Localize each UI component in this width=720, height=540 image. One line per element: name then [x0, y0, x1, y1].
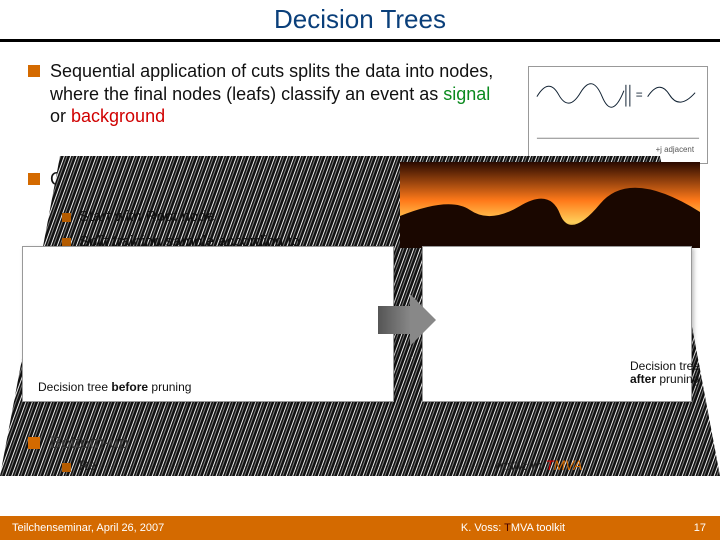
- cap-left-post: pruning: [148, 380, 191, 394]
- bottomup-sub-row: Re ————————————————————————————— matic i…: [62, 458, 712, 473]
- footer: Teilchenseminar, April 26, 2007 K. Voss:…: [0, 516, 720, 540]
- bu-end: matic in: [495, 458, 545, 473]
- footer-page: 17: [680, 522, 720, 534]
- footer-t: T: [504, 522, 511, 534]
- grow-item-1-text: Start with Root node: [79, 208, 215, 225]
- background-word: background: [71, 106, 165, 126]
- slide-title: Decision Trees: [0, 0, 720, 35]
- formula-figure: = +j adjacent: [528, 66, 708, 164]
- intro-prefix: Sequential application of cuts splits th…: [50, 61, 493, 104]
- cap-left-bold: before: [111, 380, 148, 394]
- bullet-icon: [28, 437, 40, 449]
- cap-right-pre: Decision tree: [630, 359, 700, 373]
- bottomup-heading: Bottom-up: [50, 432, 128, 453]
- arrow-icon: [378, 290, 436, 350]
- svg-text:=: =: [636, 88, 643, 102]
- bu-pre: Re: [79, 458, 96, 473]
- bullet-icon: [62, 463, 71, 472]
- footer-center-pre: K. Voss:: [461, 522, 504, 534]
- grow-item-1: Start with Root node: [62, 208, 422, 225]
- title-bar: Decision Trees: [0, 0, 720, 42]
- bottomup-row: Bottom-up: [28, 432, 708, 453]
- tmva-rest: MVA: [554, 458, 583, 473]
- cap-right-bold: after: [630, 372, 656, 386]
- formula-svg: = +j adjacent: [529, 67, 707, 164]
- footer-tmva: TMVA toolkit: [504, 522, 565, 534]
- bullet-icon: [28, 65, 40, 77]
- intro-bullet: Sequential application of cuts splits th…: [28, 60, 498, 128]
- grow-sublist: Start with Root node Split training samp…: [62, 200, 422, 250]
- caption-before: Decision tree before pruning: [34, 378, 195, 396]
- svg-text:+j adjacent: +j adjacent: [656, 145, 695, 154]
- bottomup-sub-text: Re ————————————————————————————— matic i…: [79, 458, 582, 473]
- footer-center: K. Voss: TMVA toolkit: [346, 522, 680, 534]
- footer-left: Teilchenseminar, April 26, 2007: [0, 522, 346, 534]
- tmva-label: TMVA: [546, 458, 583, 473]
- tmva-t: T: [546, 458, 554, 473]
- signal-word: signal: [443, 84, 490, 104]
- footer-rest: MVA toolkit: [511, 522, 565, 534]
- bullet-icon: [62, 213, 71, 222]
- slide: Decision Trees Sequential application of…: [0, 0, 720, 540]
- title-underline: [0, 39, 720, 42]
- caption-after: Decision tree after pruning: [630, 360, 710, 386]
- intro-or: or: [50, 106, 71, 126]
- intro-text: Sequential application of cuts splits th…: [50, 60, 498, 128]
- cap-right-post: pruning: [656, 372, 699, 386]
- cap-left-pre: Decision tree: [38, 380, 111, 394]
